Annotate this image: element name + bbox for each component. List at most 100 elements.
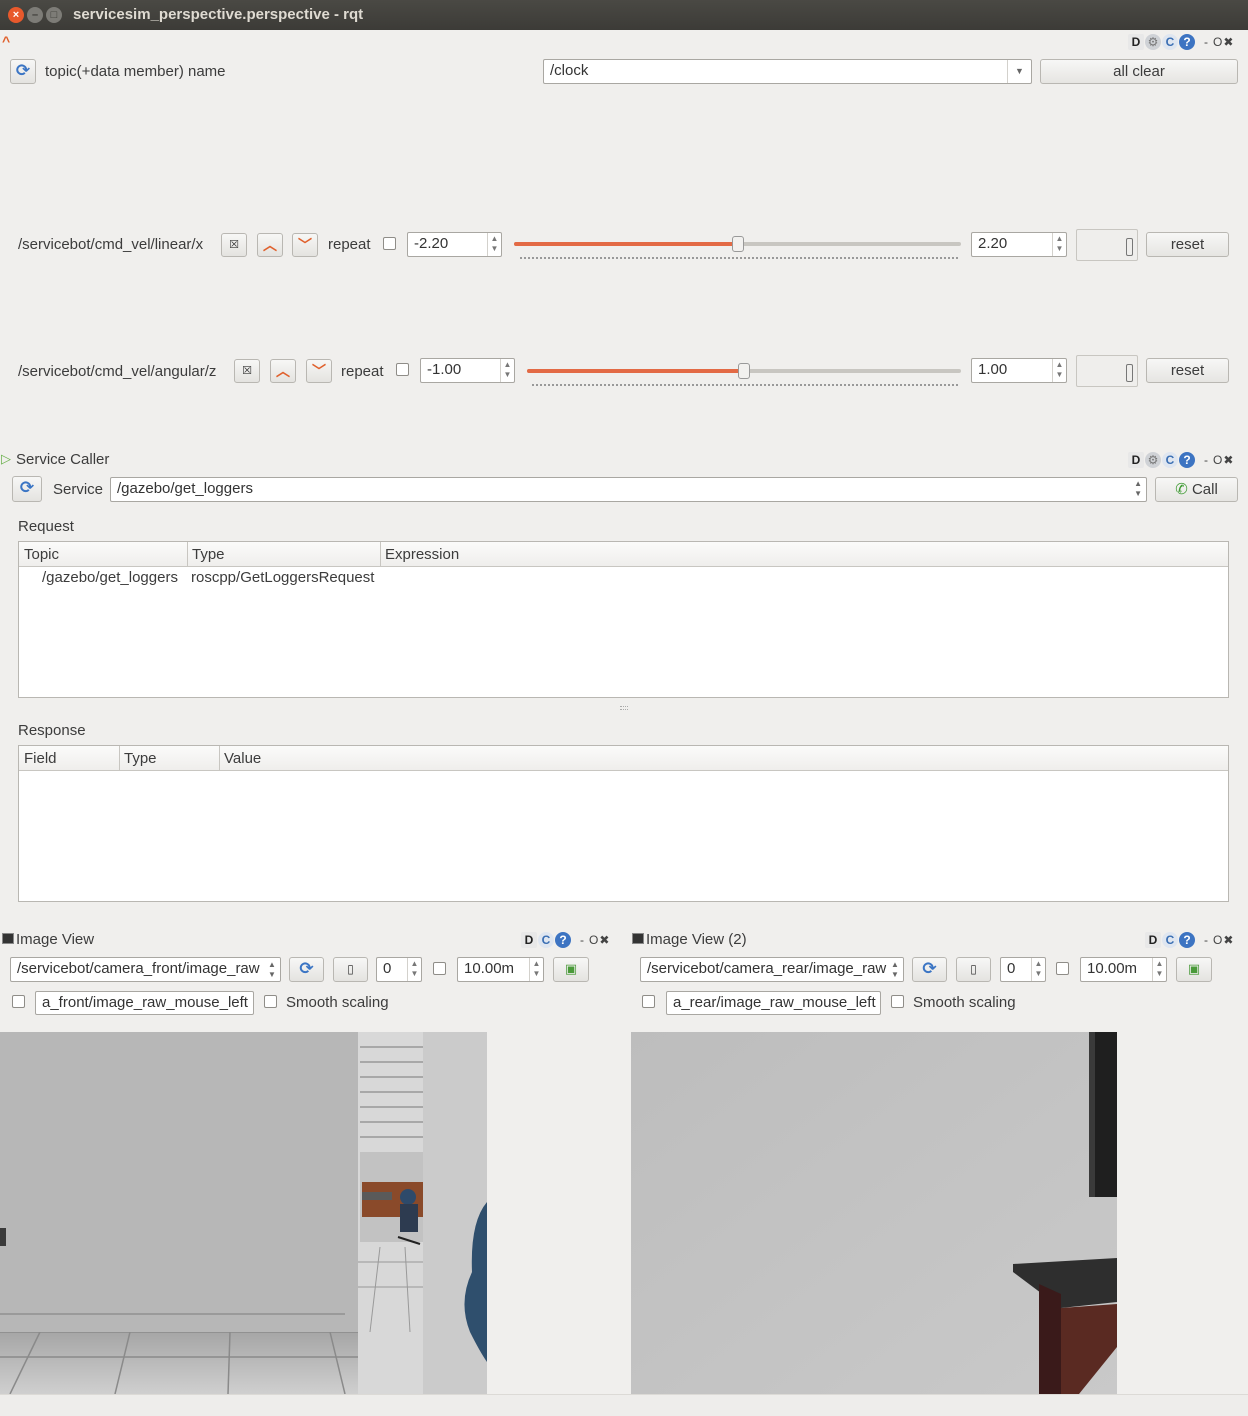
camera-rear-image[interactable]: [631, 1032, 1117, 1394]
smooth-scaling-checkbox[interactable]: [891, 995, 904, 1008]
minimize-icon[interactable]: -: [1204, 34, 1208, 50]
value-slider[interactable]: [514, 236, 961, 252]
all-clear-button[interactable]: all clear: [1040, 59, 1238, 84]
spin-arrows-icon[interactable]: ▲ ▼: [1052, 233, 1066, 256]
mouse-topic-field[interactable]: a_rear/image_raw_mouse_left: [666, 991, 881, 1015]
image-topic-combobox[interactable]: /servicebot/camera_rear/image_raw ▲ ▼: [640, 957, 904, 982]
gear-icon[interactable]: ⚙: [1145, 452, 1161, 469]
close-icon[interactable]: ✖: [1223, 932, 1233, 948]
spin-arrows-icon[interactable]: ▲ ▼: [1052, 359, 1066, 382]
rotation-spinbox[interactable]: 0 ▲ ▼: [376, 957, 422, 982]
window-close-button[interactable]: ×: [8, 7, 24, 23]
help-icon[interactable]: ?: [1179, 452, 1195, 469]
window-minimize-button[interactable]: –: [27, 7, 43, 23]
column-header[interactable]: Field: [24, 750, 57, 770]
zoom-icon[interactable]: ▯: [956, 957, 991, 982]
call-button[interactable]: ✆ Call: [1155, 477, 1238, 502]
reload-icon[interactable]: C: [1162, 34, 1178, 51]
service-refresh-button[interactable]: ⟳: [12, 476, 42, 502]
max-value-field[interactable]: 2.20 ▲ ▼: [971, 232, 1067, 257]
window-maximize-button[interactable]: □: [46, 7, 62, 23]
response-table[interactable]: Field Type Value: [18, 745, 1229, 902]
value-slider[interactable]: [527, 363, 961, 379]
topic-refresh-button[interactable]: ⟳: [10, 59, 36, 84]
reset-button[interactable]: reset: [1146, 232, 1229, 257]
column-header[interactable]: Type: [192, 546, 225, 566]
close-icon[interactable]: ✖: [1223, 34, 1233, 50]
close-icon[interactable]: ✖: [1223, 452, 1233, 468]
zoom-icon[interactable]: ▯: [333, 957, 368, 982]
reload-icon[interactable]: C: [1162, 452, 1178, 469]
dynamic-range-checkbox[interactable]: [433, 962, 446, 975]
mouse-topic-field[interactable]: a_front/image_raw_mouse_left: [35, 991, 254, 1015]
service-combobox[interactable]: /gazebo/get_loggers ▲ ▼: [110, 477, 1147, 502]
splitter-handle[interactable]: [620, 706, 628, 710]
slider-handle[interactable]: [731, 236, 744, 252]
image-refresh-button[interactable]: ⟳: [912, 957, 947, 982]
save-image-icon[interactable]: ▣: [1176, 957, 1212, 982]
column-header[interactable]: Type: [124, 750, 157, 770]
topic-combobox[interactable]: /clock ▼: [543, 59, 1032, 84]
decrement-button[interactable]: ﹀: [306, 359, 332, 383]
remove-row-button[interactable]: ☒: [221, 233, 247, 257]
d-icon[interactable]: D: [1128, 34, 1144, 51]
combo-arrows-icon[interactable]: ▲ ▼: [1134, 479, 1142, 499]
spin-arrows-icon[interactable]: ▲ ▼: [1031, 958, 1045, 981]
remove-row-button[interactable]: ☒: [234, 359, 260, 383]
save-image-icon[interactable]: ▣: [553, 957, 589, 982]
column-header[interactable]: Topic: [24, 546, 59, 566]
spin-arrows-icon[interactable]: ▲ ▼: [487, 233, 501, 256]
image-topic-combobox[interactable]: /servicebot/camera_front/image_raw ▲ ▼: [10, 957, 281, 982]
d-icon[interactable]: D: [1145, 932, 1161, 949]
smooth-scaling-checkbox[interactable]: [264, 995, 277, 1008]
increment-button[interactable]: ︿: [270, 359, 296, 383]
collapse-icon[interactable]: ^: [2, 33, 10, 49]
request-table[interactable]: Topic Type Expression /gazebo/get_logger…: [18, 541, 1229, 698]
mouse-publish-checkbox[interactable]: [12, 995, 25, 1008]
service-dock-tools: D ⚙ C? - O✖: [1128, 451, 1234, 469]
reload-icon[interactable]: C: [1162, 932, 1178, 949]
mouse-publish-checkbox[interactable]: [642, 995, 655, 1008]
column-header[interactable]: Expression: [385, 546, 459, 566]
decrement-button[interactable]: ﹀: [292, 233, 318, 257]
camera-front-image[interactable]: [0, 1032, 487, 1394]
d-icon[interactable]: D: [1128, 452, 1144, 469]
dropdown-arrow-icon[interactable]: ▼: [1007, 60, 1031, 83]
help-icon[interactable]: ?: [1179, 932, 1195, 949]
image-refresh-button[interactable]: ⟳: [289, 957, 324, 982]
gear-icon[interactable]: ⚙: [1145, 34, 1161, 51]
increment-button[interactable]: ︿: [257, 233, 283, 257]
column-header[interactable]: Value: [224, 750, 261, 770]
combo-arrows-icon[interactable]: ▲ ▼: [264, 958, 280, 981]
max-value-field[interactable]: 1.00 ▲ ▼: [971, 358, 1067, 383]
spin-arrows-icon[interactable]: ▲ ▼: [407, 958, 421, 981]
minimize-icon[interactable]: -: [1204, 452, 1208, 468]
spin-arrows-icon[interactable]: ▲ ▼: [1152, 958, 1166, 981]
float-icon[interactable]: O: [589, 932, 598, 948]
reset-button[interactable]: reset: [1146, 358, 1229, 383]
dynamic-range-checkbox[interactable]: [1056, 962, 1069, 975]
combo-arrows-icon[interactable]: ▲ ▼: [887, 958, 903, 981]
repeat-checkbox[interactable]: [383, 237, 396, 250]
close-icon[interactable]: ✖: [599, 932, 609, 948]
float-icon[interactable]: O: [1213, 452, 1222, 468]
float-icon[interactable]: O: [1213, 34, 1222, 50]
service-label: Service: [53, 481, 104, 498]
minimize-icon[interactable]: -: [580, 932, 584, 948]
spin-arrows-icon[interactable]: ▲ ▼: [529, 958, 543, 981]
d-icon[interactable]: D: [521, 932, 537, 949]
help-icon[interactable]: ?: [1179, 34, 1195, 51]
min-value-field[interactable]: -2.20 ▲ ▼: [407, 232, 502, 257]
float-icon[interactable]: O: [1213, 932, 1222, 948]
help-icon[interactable]: ?: [555, 932, 571, 949]
min-value-field[interactable]: -1.00 ▲ ▼: [420, 358, 515, 383]
repeat-checkbox[interactable]: [396, 363, 409, 376]
rotation-spinbox[interactable]: 0 ▲ ▼: [1000, 957, 1046, 982]
duration-spinbox[interactable]: 10.00m ▲ ▼: [1080, 957, 1167, 982]
reload-icon[interactable]: C: [538, 932, 554, 949]
spin-arrows-icon[interactable]: ▲ ▼: [500, 359, 514, 382]
duration-spinbox[interactable]: 10.00m ▲ ▼: [457, 957, 544, 982]
minimize-icon[interactable]: -: [1204, 932, 1208, 948]
slider-handle[interactable]: [738, 363, 750, 379]
table-row[interactable]: /gazebo/get_loggers roscpp/GetLoggersReq…: [19, 568, 1228, 590]
